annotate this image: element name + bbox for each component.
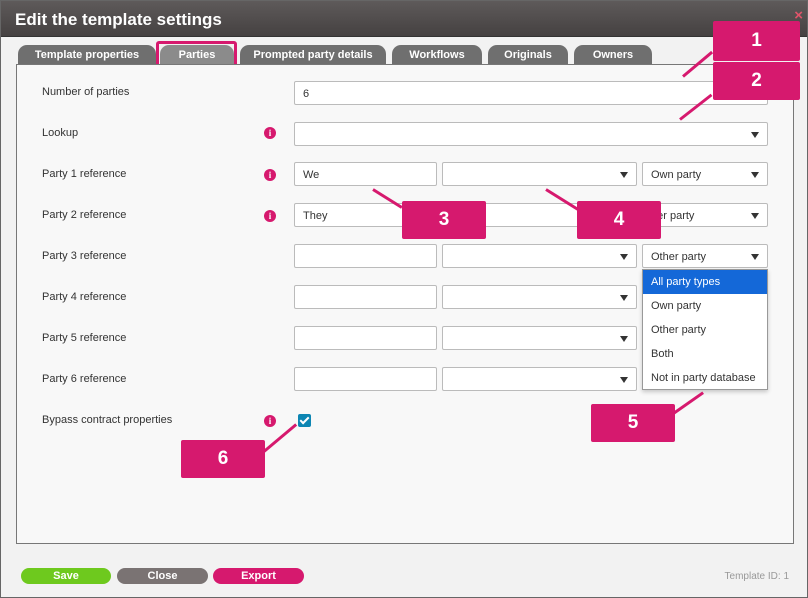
party-6-type-select[interactable] (442, 367, 637, 391)
party-4-label: Party 4 reference (42, 291, 127, 303)
party-2-info-icon[interactable]: i (264, 210, 276, 222)
party-3-role-select[interactable]: Other party (642, 244, 768, 268)
number-of-parties-input[interactable]: 6 (294, 81, 768, 105)
callout-2: 2 (713, 62, 800, 100)
party-2-label: Party 2 reference (42, 209, 127, 221)
dropdown-option-not-in-party-database[interactable]: Not in party database (643, 366, 767, 390)
bypass-info-icon[interactable]: i (264, 415, 276, 427)
tab-template-properties[interactable]: Template properties (18, 45, 156, 65)
number-of-parties-label: Number of parties (42, 86, 130, 98)
bypass-contract-properties-checkbox[interactable] (298, 414, 311, 427)
lookup-select[interactable] (294, 122, 768, 146)
party-1-label: Party 1 reference (42, 168, 127, 180)
party-5-name-input[interactable] (294, 326, 437, 350)
callout-5: 5 (591, 404, 675, 442)
party-6-label: Party 6 reference (42, 373, 127, 385)
callout-4: 4 (577, 201, 661, 239)
tab-workflows[interactable]: Workflows (392, 45, 482, 65)
template-settings-dialog: Edit the template settings × Template pr… (0, 0, 808, 598)
dialog-title: Edit the template settings (15, 10, 222, 29)
tab-originals[interactable]: Originals (488, 45, 568, 65)
callout-3: 3 (402, 201, 486, 239)
dialog-titlebar: Edit the template settings × (1, 1, 807, 37)
party-1-type-select[interactable] (442, 162, 637, 186)
template-id-label: Template ID: (724, 571, 781, 582)
party-type-dropdown-list: All party types Own party Other party Bo… (642, 269, 768, 390)
party-4-name-input[interactable] (294, 285, 437, 309)
template-id-value: 1 (783, 571, 789, 582)
dropdown-option-all-party-types[interactable]: All party types (643, 270, 767, 294)
tab-owners[interactable]: Owners (574, 45, 652, 65)
party-1-name-input[interactable]: We (294, 162, 437, 186)
dropdown-option-both[interactable]: Both (643, 342, 767, 366)
party-1-info-icon[interactable]: i (264, 169, 276, 181)
party-3-label: Party 3 reference (42, 250, 127, 262)
party-3-name-input[interactable] (294, 244, 437, 268)
callout-1: 1 (713, 21, 800, 61)
export-button[interactable]: Export (213, 568, 304, 584)
party-5-type-select[interactable] (442, 326, 637, 350)
lookup-info-icon[interactable]: i (264, 127, 276, 139)
party-4-type-select[interactable] (442, 285, 637, 309)
lookup-label: Lookup (42, 127, 79, 139)
party-5-label: Party 5 reference (42, 332, 127, 344)
party-3-type-select[interactable] (442, 244, 637, 268)
tab-bar: Template properties Parties Prompted par… (16, 43, 796, 65)
tab-prompted-party-details[interactable]: Prompted party details (240, 45, 386, 65)
callout-6: 6 (181, 440, 265, 478)
bypass-contract-properties-label: Bypass contract properties (42, 414, 173, 426)
party-1-role-select[interactable]: Own party (642, 162, 768, 186)
dropdown-option-own-party[interactable]: Own party (643, 294, 767, 318)
save-button[interactable]: Save (21, 568, 111, 584)
template-id: Template ID: 1 (725, 571, 789, 582)
dropdown-option-other-party[interactable]: Other party (643, 318, 767, 342)
party-6-name-input[interactable] (294, 367, 437, 391)
close-button[interactable]: Close (117, 568, 208, 584)
